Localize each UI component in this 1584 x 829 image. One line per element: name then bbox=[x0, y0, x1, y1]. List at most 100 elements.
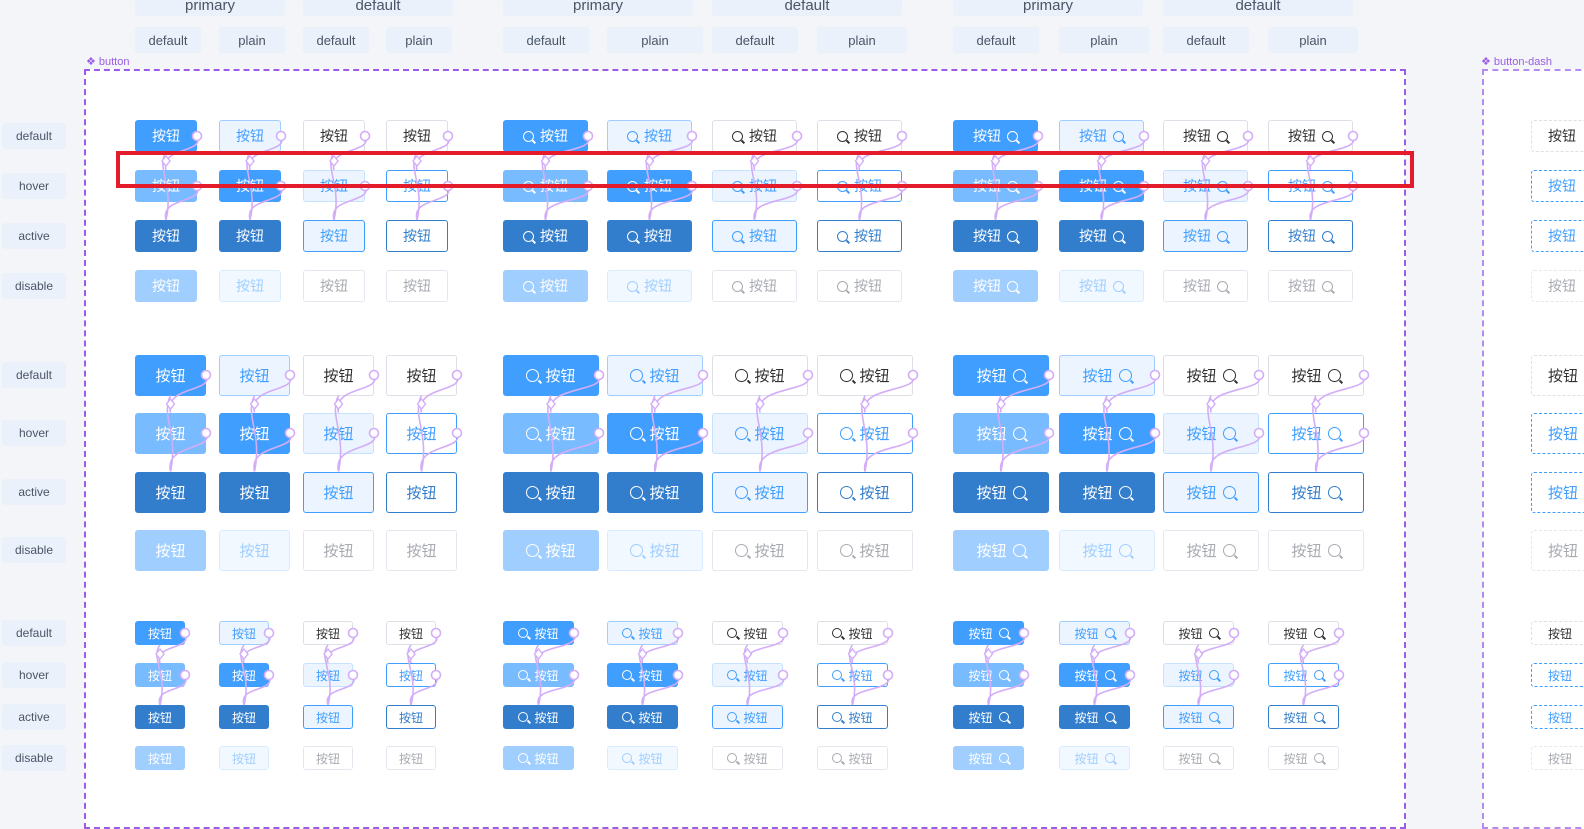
button-dp-disable[interactable]: 按钮 bbox=[386, 746, 436, 770]
button-dd-disable[interactable]: 按钮 bbox=[712, 746, 783, 770]
button-pd-disable[interactable]: 按钮 bbox=[953, 270, 1038, 302]
button-pd-disable[interactable]: 按钮 bbox=[135, 746, 185, 770]
button-dd-active[interactable]: 按钮 bbox=[1163, 220, 1248, 252]
button-dp-disable[interactable]: 按钮 bbox=[817, 529, 913, 571]
button-dp-disable[interactable]: 按钮 bbox=[1268, 270, 1353, 302]
button-pd-active[interactable]: 按钮 bbox=[953, 705, 1024, 729]
button-pp-disable[interactable]: 按钮 bbox=[1059, 270, 1144, 302]
button-dp-disable[interactable]: 按钮 bbox=[1268, 746, 1339, 770]
button-pp-default[interactable]: 按钮 bbox=[1059, 120, 1144, 152]
button-pd-active[interactable]: 按钮 bbox=[953, 220, 1038, 252]
button-pd-default[interactable]: 按钮 bbox=[135, 621, 185, 645]
button-pp-default[interactable]: 按钮 bbox=[607, 621, 678, 645]
button-pd-disable[interactable]: 按钮 bbox=[503, 270, 588, 302]
button-pp-default[interactable]: 按钮 bbox=[1059, 354, 1155, 396]
button-dd-hover[interactable]: 按钮 bbox=[303, 412, 374, 454]
button-pp-disable[interactable]: 按钮 bbox=[1059, 529, 1155, 571]
button-dd-disable[interactable]: 按钮 bbox=[303, 270, 365, 302]
button-dp-disable[interactable]: 按钮 bbox=[386, 529, 457, 571]
button-dp-disable[interactable]: 按钮 bbox=[817, 270, 902, 302]
button-dp-active[interactable]: 按钮 bbox=[1268, 220, 1353, 252]
button-dp-default[interactable]: 按钮 bbox=[386, 354, 457, 396]
button-dp-hover[interactable]: 按钮 bbox=[1268, 663, 1339, 687]
button-dash-hover[interactable]: 按钮 bbox=[1531, 170, 1584, 202]
button-pd-active[interactable]: 按钮 bbox=[503, 705, 574, 729]
button-dd-hover[interactable]: 按钮 bbox=[712, 663, 783, 687]
button-pd-default[interactable]: 按钮 bbox=[503, 354, 599, 396]
button-dd-active[interactable]: 按钮 bbox=[303, 471, 374, 513]
button-pd-default[interactable]: 按钮 bbox=[503, 120, 588, 152]
button-dd-default[interactable]: 按钮 bbox=[1163, 120, 1248, 152]
button-pd-active[interactable]: 按钮 bbox=[953, 471, 1049, 513]
button-dd-active[interactable]: 按钮 bbox=[1163, 705, 1234, 729]
button-dash-disable[interactable]: 按钮 bbox=[1531, 270, 1584, 302]
button-pp-active[interactable]: 按钮 bbox=[219, 220, 281, 252]
button-dp-active[interactable]: 按钮 bbox=[817, 220, 902, 252]
button-pp-default[interactable]: 按钮 bbox=[607, 354, 703, 396]
button-pp-active[interactable]: 按钮 bbox=[1059, 705, 1130, 729]
button-dd-disable[interactable]: 按钮 bbox=[303, 746, 353, 770]
button-pp-default[interactable]: 按钮 bbox=[1059, 621, 1130, 645]
button-pd-active[interactable]: 按钮 bbox=[135, 471, 206, 513]
button-pp-active[interactable]: 按钮 bbox=[607, 705, 678, 729]
button-dp-disable[interactable]: 按钮 bbox=[817, 746, 888, 770]
button-dp-active[interactable]: 按钮 bbox=[1268, 471, 1364, 513]
button-dd-active[interactable]: 按钮 bbox=[712, 705, 783, 729]
button-dd-default[interactable]: 按钮 bbox=[1163, 621, 1234, 645]
button-dd-active[interactable]: 按钮 bbox=[1163, 471, 1259, 513]
button-pd-disable[interactable]: 按钮 bbox=[953, 746, 1024, 770]
button-dp-disable[interactable]: 按钮 bbox=[1268, 529, 1364, 571]
button-pd-active[interactable]: 按钮 bbox=[503, 220, 588, 252]
button-dd-active[interactable]: 按钮 bbox=[712, 471, 808, 513]
button-dp-active[interactable]: 按钮 bbox=[386, 220, 448, 252]
button-pp-active[interactable]: 按钮 bbox=[1059, 471, 1155, 513]
button-pp-active[interactable]: 按钮 bbox=[1059, 220, 1144, 252]
button-dd-active[interactable]: 按钮 bbox=[712, 220, 797, 252]
button-dp-default[interactable]: 按钮 bbox=[817, 354, 913, 396]
button-dp-disable[interactable]: 按钮 bbox=[386, 270, 448, 302]
button-pd-disable[interactable]: 按钮 bbox=[135, 529, 206, 571]
button-pp-disable[interactable]: 按钮 bbox=[607, 270, 692, 302]
button-dd-disable[interactable]: 按钮 bbox=[1163, 270, 1248, 302]
button-pp-active[interactable]: 按钮 bbox=[607, 220, 692, 252]
button-pd-default[interactable]: 按钮 bbox=[135, 120, 197, 152]
button-dash-active[interactable]: 按钮 bbox=[1531, 471, 1584, 513]
button-dd-default[interactable]: 按钮 bbox=[303, 120, 365, 152]
button-pp-hover[interactable]: 按钮 bbox=[1059, 412, 1155, 454]
button-pd-hover[interactable]: 按钮 bbox=[503, 412, 599, 454]
button-dp-default[interactable]: 按钮 bbox=[1268, 354, 1364, 396]
button-dp-default[interactable]: 按钮 bbox=[1268, 621, 1339, 645]
button-dd-default[interactable]: 按钮 bbox=[712, 354, 808, 396]
button-pp-default[interactable]: 按钮 bbox=[219, 621, 269, 645]
button-dd-disable[interactable]: 按钮 bbox=[712, 529, 808, 571]
button-dd-default[interactable]: 按钮 bbox=[1163, 354, 1259, 396]
button-pd-default[interactable]: 按钮 bbox=[953, 120, 1038, 152]
button-dp-default[interactable]: 按钮 bbox=[817, 621, 888, 645]
button-dd-active[interactable]: 按钮 bbox=[303, 705, 353, 729]
button-pd-active[interactable]: 按钮 bbox=[135, 705, 185, 729]
button-dd-hover[interactable]: 按钮 bbox=[303, 663, 353, 687]
button-dp-active[interactable]: 按钮 bbox=[817, 471, 913, 513]
button-pp-active[interactable]: 按钮 bbox=[219, 705, 269, 729]
button-pd-default[interactable]: 按钮 bbox=[953, 354, 1049, 396]
button-pd-active[interactable]: 按钮 bbox=[503, 471, 599, 513]
button-pp-disable[interactable]: 按钮 bbox=[219, 529, 290, 571]
button-dd-disable[interactable]: 按钮 bbox=[303, 529, 374, 571]
button-dash-hover[interactable]: 按钮 bbox=[1531, 412, 1584, 454]
button-dd-hover[interactable]: 按钮 bbox=[1163, 663, 1234, 687]
button-dp-hover[interactable]: 按钮 bbox=[1268, 412, 1364, 454]
button-dp-active[interactable]: 按钮 bbox=[386, 471, 457, 513]
button-dash-active[interactable]: 按钮 bbox=[1531, 220, 1584, 252]
button-dd-hover[interactable]: 按钮 bbox=[712, 412, 808, 454]
button-dd-disable[interactable]: 按钮 bbox=[712, 270, 797, 302]
button-dash-default[interactable]: 按钮 bbox=[1531, 120, 1584, 152]
button-pd-hover[interactable]: 按钮 bbox=[135, 663, 185, 687]
button-dp-active[interactable]: 按钮 bbox=[386, 705, 436, 729]
button-pd-active[interactable]: 按钮 bbox=[135, 220, 197, 252]
button-pd-hover[interactable]: 按钮 bbox=[503, 663, 574, 687]
button-dp-default[interactable]: 按钮 bbox=[386, 621, 436, 645]
button-pd-hover[interactable]: 按钮 bbox=[953, 663, 1024, 687]
button-pd-hover[interactable]: 按钮 bbox=[135, 412, 206, 454]
button-pp-hover[interactable]: 按钮 bbox=[219, 663, 269, 687]
button-pp-hover[interactable]: 按钮 bbox=[607, 663, 678, 687]
